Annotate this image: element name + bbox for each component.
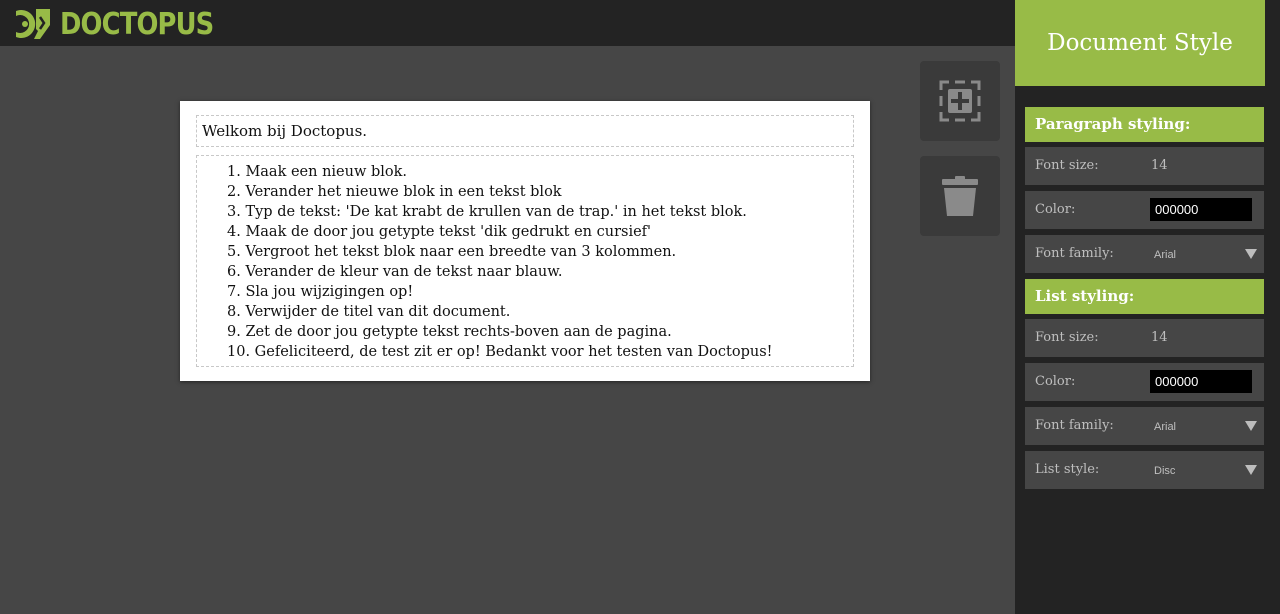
list-color-label: Color: — [1035, 374, 1076, 389]
paragraph-color-label: Color: — [1035, 202, 1076, 217]
list-item: 3. Typ de tekst: 'De kat krabt de krulle… — [227, 204, 747, 220]
list-item: 4. Maak de door jou getypte tekst 'dik g… — [227, 224, 652, 240]
list-item: 5. Vergroot het tekst blok naar een bree… — [227, 244, 677, 260]
sidebar-title: Document Style — [1047, 30, 1233, 56]
paragraph-font-family-select[interactable]: Arial — [1154, 235, 1176, 275]
list-font-size-row: Font size: 14 — [1025, 319, 1264, 357]
style-sidebar: Document Style Paragraph styling: Font s… — [1015, 0, 1280, 614]
top-bar: DOCTOPUS — [0, 0, 1015, 46]
paragraph-font-size-label: Font size: — [1035, 158, 1099, 173]
paragraph-color-row: Color: 000000 — [1025, 191, 1264, 229]
instruction-list: 1. Maak een nieuw blok. 2. Verander het … — [197, 162, 853, 362]
list-item: 10. Gefeliciteerd, de test zit er op! Be… — [227, 344, 773, 360]
list-style-select[interactable]: Disc — [1154, 451, 1175, 491]
paragraph-font-family-row[interactable]: Font family: Arial — [1025, 235, 1264, 273]
logo[interactable]: DOCTOPUS — [14, 6, 238, 42]
sidebar-header: Document Style — [1015, 0, 1265, 86]
add-block-button[interactable] — [920, 61, 1000, 141]
document-list-block[interactable]: 1. Maak een nieuw blok. 2. Verander het … — [196, 155, 854, 367]
doctopus-logo-icon — [14, 7, 52, 41]
list-item: 7. Sla jou wijzigingen op! — [227, 284, 414, 300]
list-item: 1. Maak een nieuw blok. — [227, 164, 408, 180]
list-font-size-input[interactable]: 14 — [1151, 319, 1168, 357]
trash-icon — [920, 176, 1000, 240]
list-item: 9. Zet de door jou getypte tekst rechts-… — [227, 324, 672, 340]
paragraph-font-size-input[interactable]: 14 — [1151, 147, 1168, 185]
list-color-input[interactable]: 000000 — [1150, 370, 1252, 393]
list-font-family-select[interactable]: Arial — [1154, 407, 1176, 447]
delete-block-button[interactable] — [920, 156, 1000, 236]
list-font-family-label: Font family: — [1035, 418, 1114, 433]
chevron-down-icon[interactable] — [1245, 249, 1257, 259]
list-font-size-label: Font size: — [1035, 330, 1099, 345]
add-block-icon — [920, 80, 1000, 145]
logo-text: DOCTOPUS — [60, 6, 214, 42]
list-item: 6. Verander de kleur van de tekst naar b… — [227, 264, 563, 280]
chevron-down-icon[interactable] — [1245, 421, 1257, 431]
list-font-family-row[interactable]: Font family: Arial — [1025, 407, 1264, 445]
list-color-row: Color: 000000 — [1025, 363, 1264, 401]
paragraph-styling-title: Paragraph styling: — [1025, 107, 1264, 142]
document-page: Welkom bij Doctopus. 1. Maak een nieuw b… — [180, 101, 870, 381]
list-item: 2. Verander het nieuwe blok in een tekst… — [227, 184, 562, 200]
list-styling-title: List styling: — [1025, 279, 1264, 314]
list-style-row[interactable]: List style: Disc — [1025, 451, 1264, 489]
list-item: 8. Verwijder de titel van dit document. — [227, 304, 511, 320]
paragraph-font-size-row: Font size: 14 — [1025, 147, 1264, 185]
document-title-block[interactable]: Welkom bij Doctopus. — [196, 115, 854, 147]
chevron-down-icon[interactable] — [1245, 465, 1257, 475]
paragraph-color-input[interactable]: 000000 — [1150, 198, 1252, 221]
list-style-label: List style: — [1035, 462, 1100, 477]
paragraph-font-family-label: Font family: — [1035, 246, 1114, 261]
